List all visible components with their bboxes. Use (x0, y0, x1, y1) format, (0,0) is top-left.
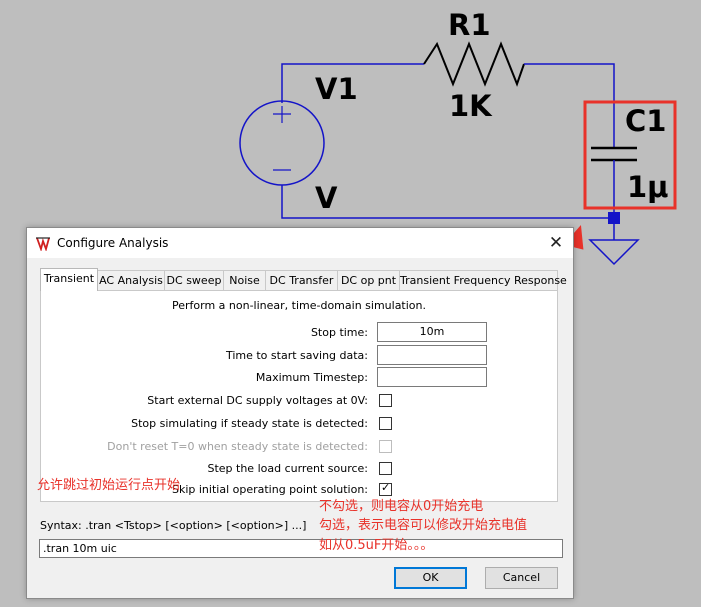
command-input[interactable]: .tran 10m uic (39, 539, 563, 558)
dont-reset-label: Don't reset T=0 when steady state is det… (107, 440, 368, 453)
check-icon: ✓ (381, 481, 391, 494)
syntax-hint: Syntax: .tran <Tstop> [<option> [<option… (40, 519, 307, 532)
capacitor-value-label: 1μ (627, 170, 669, 204)
close-icon[interactable]: ✕ (545, 232, 567, 254)
dialog-titlebar[interactable]: Configure Analysis ✕ (27, 228, 573, 258)
annotation-note-3: 如从0.5uF开始。。。 (319, 538, 434, 553)
source-value-label: V (315, 181, 338, 215)
skip-op-label: Skip initial operating point solution: (171, 483, 368, 496)
start-dc-zero-label: Start external DC supply voltages at 0V: (147, 394, 368, 407)
stop-steady-checkbox[interactable] (379, 417, 392, 430)
resistor-value-label: 1K (449, 89, 492, 123)
start-saving-label: Time to start saving data: (225, 349, 368, 362)
resistor-symbol (423, 41, 525, 87)
tab-transient-frequency-response[interactable]: Transient Frequency Response (399, 270, 567, 290)
ground-node (608, 212, 620, 224)
tab-noise[interactable]: Noise (223, 270, 266, 290)
transient-panel: Perform a non-linear, time-domain simula… (40, 290, 558, 502)
annotation-note-1: 不勾选，则电容从0开始充电 (319, 499, 484, 514)
dialog-title: Configure Analysis (57, 236, 169, 250)
stop-time-label: Stop time: (310, 326, 368, 339)
tab-dc-transfer[interactable]: DC Transfer (265, 270, 338, 290)
start-dc-zero-checkbox[interactable] (379, 394, 392, 407)
annotation-note-2: 勾选，表示电容可以修改开始充电值 (319, 518, 528, 533)
capacitor-name-label: C1 (625, 104, 667, 138)
resistor-name-label: R1 (448, 8, 491, 42)
start-saving-input[interactable] (377, 345, 487, 365)
max-timestep-label: Maximum Timestep: (255, 371, 368, 384)
ltspice-app-icon (36, 237, 50, 251)
ground-symbol (588, 239, 640, 266)
skip-op-checkbox[interactable]: ✓ (379, 481, 392, 496)
tab-dc-sweep[interactable]: DC sweep (164, 270, 224, 290)
ok-button[interactable]: OK (394, 567, 467, 589)
panel-description: Perform a non-linear, time-domain simula… (171, 299, 426, 312)
tab-dc-op-pnt[interactable]: DC op pnt (337, 270, 400, 290)
max-timestep-input[interactable] (377, 367, 487, 387)
step-load-label: Step the load current source: (207, 462, 368, 475)
source-name-label: V1 (315, 72, 358, 106)
stop-time-input[interactable]: 10m (377, 322, 487, 342)
cancel-button[interactable]: Cancel (485, 567, 558, 589)
tab-transient[interactable]: Transient (40, 268, 98, 291)
step-load-checkbox[interactable] (379, 462, 392, 475)
wire-top-right (524, 63, 615, 148)
annotation-skip-note: 允许跳过初始运行点开始 (37, 478, 181, 493)
tab-ac-analysis[interactable]: AC Analysis (97, 270, 165, 290)
stop-steady-label: Stop simulating if steady state is detec… (131, 417, 368, 430)
configure-analysis-dialog: Configure Analysis ✕ Transient AC Analys… (26, 227, 574, 599)
dont-reset-checkbox (379, 440, 392, 453)
